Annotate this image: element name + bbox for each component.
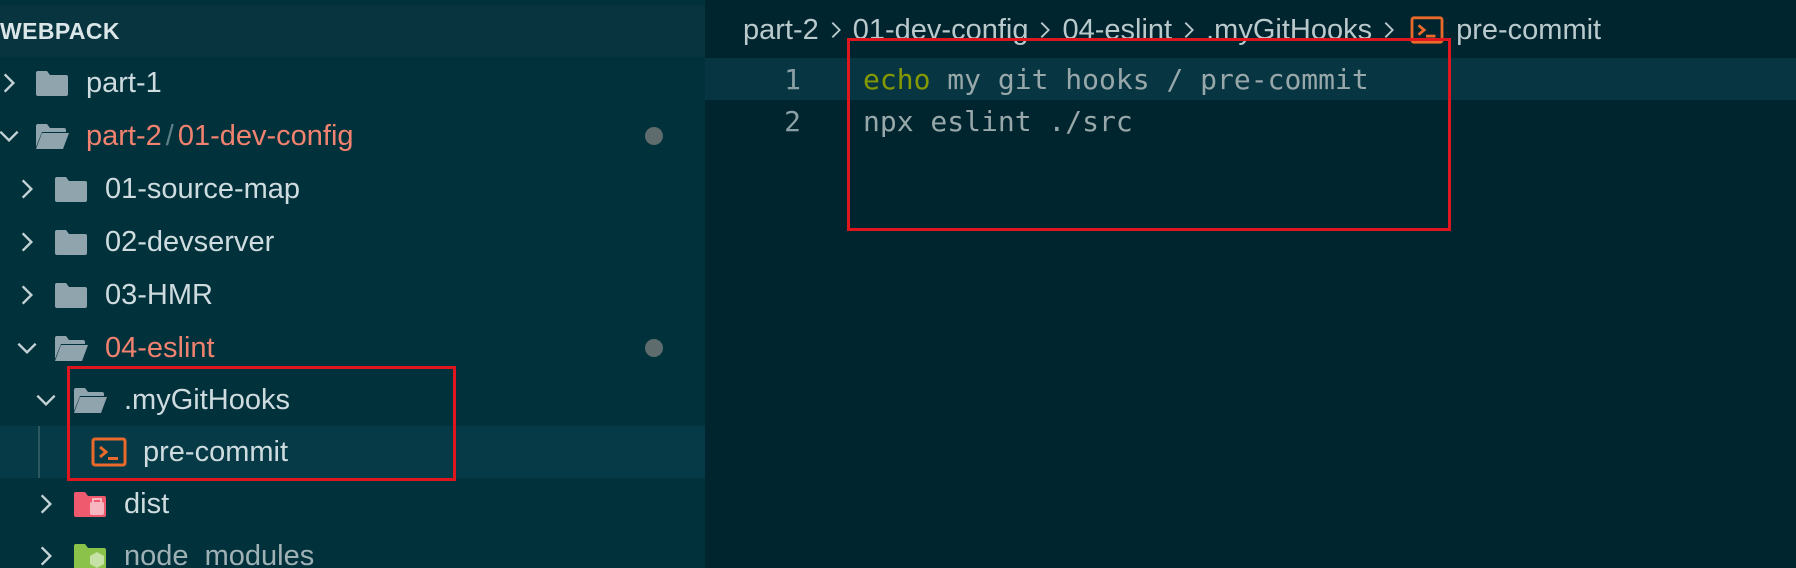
chevron-right-icon[interactable] bbox=[0, 70, 22, 96]
tree-item-03-hmr[interactable]: 03-HMR bbox=[0, 269, 705, 321]
chevron-down-icon[interactable] bbox=[14, 335, 40, 361]
label-separator: / bbox=[165, 119, 174, 152]
tree-item-01-source-map[interactable]: 01-source-map bbox=[0, 163, 705, 215]
label-part: 01-dev-config bbox=[177, 119, 354, 152]
tree-item-label: 04-eslint bbox=[105, 331, 215, 364]
explorer-sidebar: WEBPACK part-1 part-2/01-dev-config 01-s… bbox=[0, 0, 705, 568]
tree-item-label: node_modules bbox=[124, 539, 315, 568]
folder-icon bbox=[53, 279, 89, 311]
chevron-right-icon[interactable] bbox=[14, 282, 40, 308]
tree-item-part-2-01-dev-config[interactable]: part-2/01-dev-config bbox=[0, 110, 705, 162]
tree-item-label: 03-HMR bbox=[105, 278, 213, 311]
tree-item-part-1[interactable]: part-1 bbox=[0, 57, 705, 109]
chevron-right-icon[interactable] bbox=[33, 543, 59, 568]
chevron-down-icon[interactable] bbox=[0, 123, 22, 149]
label-part: part-2 bbox=[86, 119, 162, 152]
tree-item-dist[interactable]: dist bbox=[0, 478, 705, 530]
explorer-header[interactable]: WEBPACK bbox=[0, 5, 705, 57]
chevron-down-icon[interactable] bbox=[33, 387, 59, 413]
modified-dot bbox=[645, 339, 663, 357]
breadcrumb-item[interactable]: part-2 bbox=[743, 14, 819, 47]
modified-dot bbox=[645, 127, 663, 145]
annotation-box-editor bbox=[847, 38, 1451, 231]
explorer-title: WEBPACK bbox=[0, 17, 120, 44]
tree-item-node-modules[interactable]: node_modules bbox=[0, 530, 705, 568]
chevron-right-icon[interactable] bbox=[14, 229, 40, 255]
tree-item-label: dist bbox=[124, 487, 170, 520]
chevron-right-icon[interactable] bbox=[33, 491, 59, 517]
editor-pane: part-2 01-dev-config 04-eslint .myGitHoo… bbox=[705, 0, 1796, 568]
tree-item-label: 02-devserver bbox=[105, 225, 275, 258]
dist-folder-icon bbox=[72, 488, 108, 520]
line-number: 1 bbox=[784, 63, 801, 96]
tree-item-02-devserver[interactable]: 02-devserver bbox=[0, 216, 705, 268]
tree-item-label: part-1 bbox=[86, 66, 162, 99]
tree-item-label: part-2/01-dev-config bbox=[86, 120, 354, 153]
line-number: 2 bbox=[784, 105, 801, 138]
folder-icon bbox=[53, 226, 89, 258]
chevron-right-icon[interactable] bbox=[14, 176, 40, 202]
folder-open-icon bbox=[53, 332, 89, 364]
vscode-window: WEBPACK part-1 part-2/01-dev-config 01-s… bbox=[0, 0, 1796, 568]
folder-icon bbox=[53, 173, 89, 205]
node-modules-folder-icon bbox=[72, 540, 108, 568]
tree-item-label: 01-source-map bbox=[105, 172, 301, 205]
indent-guide bbox=[38, 426, 40, 478]
chevron-right-icon bbox=[825, 19, 847, 41]
folder-icon bbox=[34, 67, 70, 99]
breadcrumb-item[interactable]: pre-commit bbox=[1456, 14, 1601, 47]
annotation-box-sidebar bbox=[67, 366, 456, 481]
folder-open-icon bbox=[34, 120, 70, 152]
